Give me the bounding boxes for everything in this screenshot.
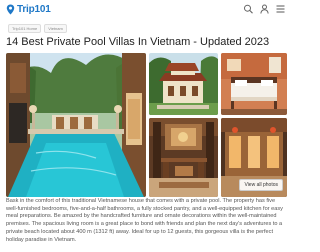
site-logo[interactable]: Trip101 <box>6 3 51 15</box>
breadcrumb-home[interactable]: Trip101 Home <box>8 24 42 33</box>
location-pin-icon <box>6 4 15 14</box>
article-description: Bask in the comfort of this traditional … <box>6 198 283 243</box>
breadcrumb-vietnam[interactable]: Vietnam <box>44 24 67 33</box>
bedroom-photo <box>221 53 287 115</box>
gallery-photo-pool[interactable] <box>6 53 146 197</box>
breadcrumb: Trip101 Home Vietnam <box>8 24 67 33</box>
photo-gallery: View all photos <box>6 53 287 197</box>
gallery-photo-villa-exterior[interactable] <box>149 53 218 115</box>
header-actions <box>243 4 286 14</box>
gallery-photo-bedroom[interactable] <box>221 53 287 115</box>
gallery-photo-exterior-night[interactable]: View all photos <box>221 118 287 197</box>
villa-exterior-photo <box>149 53 218 115</box>
page-title: 14 Best Private Pool Villas In Vietnam -… <box>6 36 270 48</box>
gallery-photo-living-room[interactable] <box>149 118 218 197</box>
menu-icon[interactable] <box>275 4 286 14</box>
site-header: Trip101 <box>0 0 292 22</box>
search-icon[interactable] <box>243 4 254 14</box>
user-icon[interactable] <box>259 4 270 14</box>
view-all-photos-button[interactable]: View all photos <box>239 179 283 191</box>
living-room-photo <box>149 118 218 197</box>
pool-villa-photo <box>6 53 146 197</box>
logo-text: Trip101 <box>17 3 51 15</box>
